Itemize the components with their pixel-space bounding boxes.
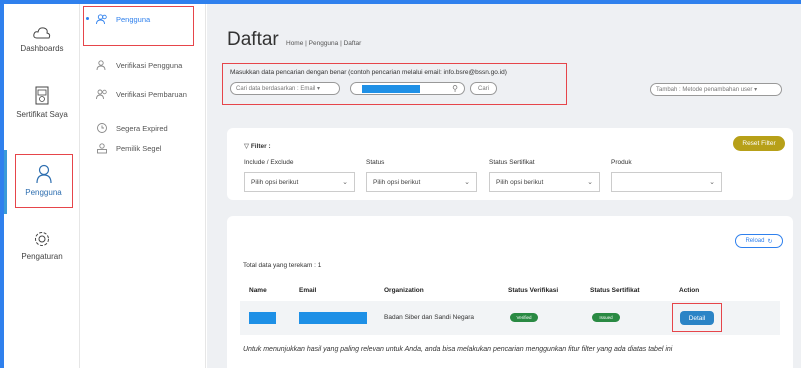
filter-label-status: Status: [366, 159, 385, 166]
icon-rail: Dashboards Sertifikat Saya Pengguna Peng…: [4, 4, 80, 368]
search-by-select[interactable]: Cari data berdasarkan : Email ▾: [230, 82, 340, 95]
filter-label-include-exclude: Include / Exclude: [244, 159, 294, 166]
add-user-label: Tambah : Metode penambahan user ▾: [656, 87, 758, 93]
submenu-item-verifikasi-pembaruan[interactable]: Verifikasi Pembaruan: [80, 83, 206, 105]
rail-item-dashboards[interactable]: Dashboards: [4, 26, 80, 53]
filter-title: ▽ Filter :: [244, 143, 271, 150]
column-header-status-verifikasi: Status Verifikasi: [508, 287, 559, 294]
total-records: Total data yang terekam : 1: [243, 262, 322, 269]
chevron-down-icon: ⌄: [342, 179, 348, 186]
column-header-organization: Organization: [384, 287, 424, 294]
highlight-box: [83, 6, 194, 46]
sub-menu: Pengguna Verifikasi Pengguna Verifikasi …: [80, 4, 206, 368]
filter-icon: ▽: [244, 143, 251, 150]
page-title: Daftar: [227, 29, 279, 50]
user-seal-icon: [97, 142, 107, 153]
users-refresh-icon: [96, 89, 107, 99]
filter-label-produk: Produk: [611, 159, 632, 166]
chevron-down-icon: ⌄: [587, 179, 593, 186]
submenu-item-segera-expired[interactable]: Segera Expired: [80, 117, 206, 139]
column-header-name: Name: [249, 287, 267, 294]
rail-label: Dashboards: [20, 44, 64, 53]
rail-item-pengguna[interactable]: Pengguna: [4, 150, 80, 214]
redacted-name: [249, 312, 276, 324]
gear-icon: [35, 232, 49, 246]
search-by-label: Cari data berdasarkan : Email ▾: [236, 86, 321, 92]
search-input[interactable]: ⚲: [350, 82, 465, 95]
filter-label-status-sertifikat: Status Sertifikat: [489, 159, 535, 166]
clock-icon: [97, 123, 107, 133]
reload-icon: ↻: [767, 238, 773, 245]
certificate-icon: [35, 86, 49, 105]
highlight-box: [15, 154, 73, 208]
submenu-label: Pemilik Segel: [116, 143, 162, 153]
chevron-down-icon: ⌄: [464, 179, 470, 186]
rail-item-pengaturan[interactable]: Pengaturan: [4, 230, 80, 261]
submenu-label: Verifikasi Pembaruan: [116, 89, 187, 99]
cloud-icon: [33, 27, 51, 39]
add-user-select[interactable]: Tambah : Metode penambahan user ▾: [650, 83, 782, 96]
column-header-action: Action: [679, 287, 700, 294]
submenu-label: Verifikasi Pengguna: [116, 60, 183, 70]
cell-organization: Badan Siber dan Sandi Negara: [384, 314, 474, 321]
produk-select[interactable]: ⌄: [611, 172, 722, 192]
search-button-label: Cari: [477, 85, 489, 92]
rail-label: Pengaturan: [21, 252, 63, 261]
search-hint: Masukkan data pencarian dengan benar (co…: [230, 69, 507, 76]
column-header-status-sertifikat: Status Sertifikat: [590, 287, 640, 294]
redacted-email: [299, 312, 367, 324]
search-icon: ⚲: [452, 84, 458, 93]
reload-button[interactable]: Reload ↻: [735, 234, 783, 248]
reset-filter-button[interactable]: Reset Filter: [733, 136, 785, 151]
detail-button[interactable]: Detail: [680, 311, 714, 325]
include-exclude-select[interactable]: Pilih opsi berikut ⌄: [244, 172, 355, 192]
breadcrumb: Home | Pengguna | Daftar: [286, 40, 362, 47]
status-sertifikat-select[interactable]: Pilih opsi berikut ⌄: [489, 172, 600, 192]
status-badge-issued: Issued: [592, 313, 620, 322]
status-select[interactable]: Pilih opsi berikut ⌄: [366, 172, 477, 192]
column-header-email: Email: [299, 287, 317, 294]
submenu-item-verifikasi-pengguna[interactable]: Verifikasi Pengguna: [80, 54, 206, 76]
status-badge-verified: Verified: [510, 313, 538, 322]
rail-label: Sertifikat Saya: [16, 110, 68, 119]
footnote: Untuk menunjukkan hasil yang paling rele…: [243, 346, 673, 353]
search-button[interactable]: Cari: [470, 82, 497, 95]
chevron-down-icon: ⌄: [709, 179, 715, 186]
redacted-value: [362, 84, 420, 93]
submenu-item-pemilik-segel[interactable]: Pemilik Segel: [80, 137, 206, 159]
submenu-label: Segera Expired: [116, 123, 168, 133]
rail-item-sertifikat-saya[interactable]: Sertifikat Saya: [4, 86, 80, 119]
user-check-icon: [96, 59, 106, 70]
